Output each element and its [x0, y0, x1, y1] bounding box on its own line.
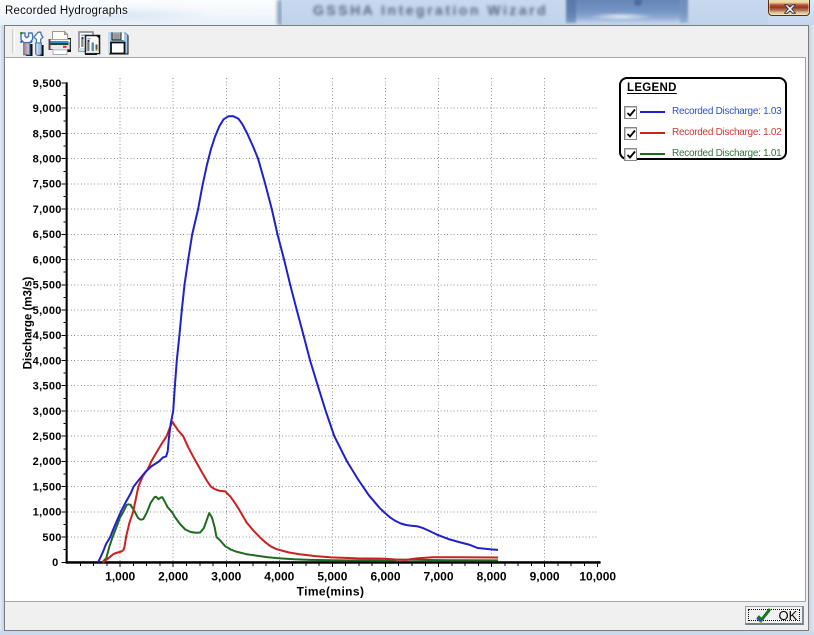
svg-text:3,500: 3,500 [33, 381, 62, 393]
svg-text:7,500: 7,500 [33, 179, 62, 191]
svg-text:4,500: 4,500 [33, 330, 62, 342]
svg-text:9,000: 9,000 [33, 103, 62, 115]
svg-text:10,000: 10,000 [579, 570, 616, 584]
svg-text:5,000: 5,000 [33, 305, 62, 317]
svg-text:3,000: 3,000 [211, 570, 241, 584]
svg-text:1,000: 1,000 [105, 570, 135, 584]
svg-text:7,000: 7,000 [33, 204, 62, 216]
svg-text:5,500: 5,500 [33, 280, 62, 292]
svg-text:9,000: 9,000 [530, 570, 560, 584]
svg-text:6,500: 6,500 [33, 229, 62, 241]
svg-text:8,000: 8,000 [477, 570, 507, 584]
svg-text:6,000: 6,000 [33, 254, 62, 266]
svg-text:3,000: 3,000 [33, 406, 62, 418]
svg-text:8,500: 8,500 [33, 128, 62, 140]
svg-text:5,000: 5,000 [317, 570, 347, 584]
svg-text:Time(mins): Time(mins) [297, 585, 365, 599]
svg-text:2,000: 2,000 [158, 570, 188, 584]
svg-text:500: 500 [42, 532, 61, 544]
svg-text:2,500: 2,500 [33, 431, 62, 443]
svg-text:9,500: 9,500 [33, 78, 62, 90]
svg-text:7,000: 7,000 [423, 570, 453, 584]
svg-text:4,000: 4,000 [33, 355, 62, 367]
svg-text:8,000: 8,000 [33, 154, 62, 166]
svg-text:0: 0 [52, 557, 58, 569]
svg-text:2,000: 2,000 [33, 456, 62, 468]
svg-text:Discharge (m3/s): Discharge (m3/s) [23, 276, 35, 369]
svg-text:6,000: 6,000 [370, 570, 400, 584]
svg-text:4,000: 4,000 [264, 570, 294, 584]
svg-text:1,500: 1,500 [33, 481, 62, 493]
svg-text:1,000: 1,000 [33, 507, 62, 519]
